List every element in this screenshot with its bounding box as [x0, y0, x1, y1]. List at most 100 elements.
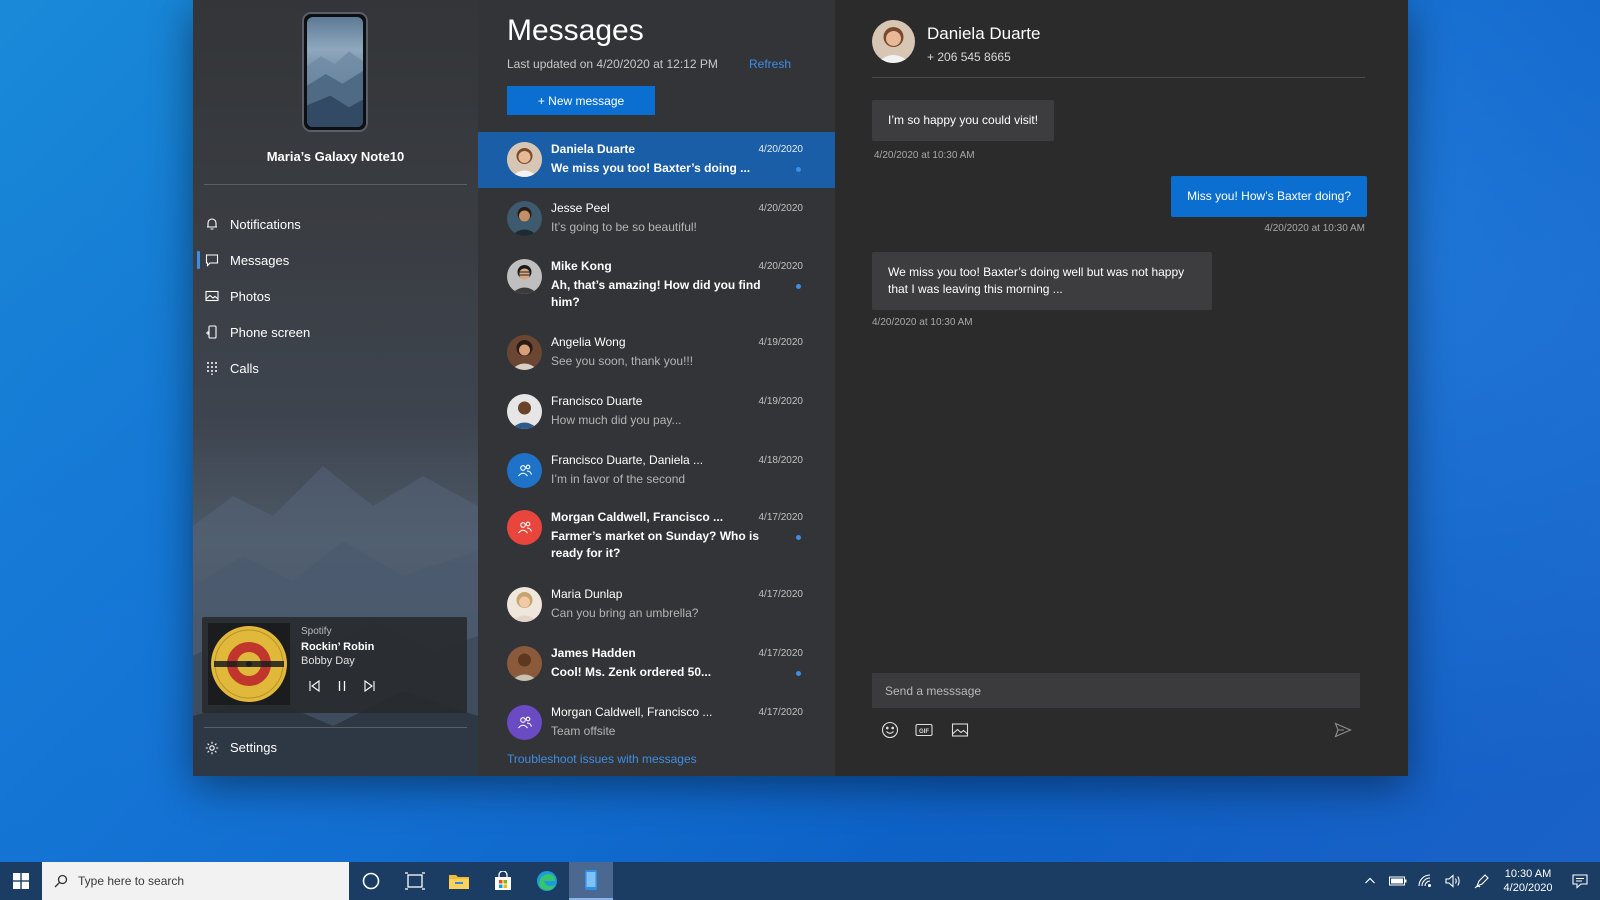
message-list-pane: Messages Last updated on 4/20/2020 at 12…	[478, 0, 835, 776]
conversation-item[interactable]: Morgan Caldwell, Francisco ... 4/17/2020…	[478, 695, 835, 749]
task-view-icon[interactable]	[393, 862, 437, 900]
search-icon	[54, 874, 68, 888]
dialpad-icon	[205, 361, 219, 375]
conversation-preview: How much did you pay...	[551, 413, 682, 427]
settings-button[interactable]: Settings	[205, 740, 277, 755]
phone-link-app-icon[interactable]	[569, 862, 613, 900]
conversation-item[interactable]: Daniela Duarte 4/20/2020 We miss you too…	[478, 132, 835, 188]
gif-icon[interactable]: GIF	[915, 721, 933, 739]
conversation-name: James Hadden	[551, 646, 636, 660]
page-title: Messages	[507, 14, 644, 47]
send-icon[interactable]	[1334, 721, 1352, 739]
message-timestamp: 4/20/2020 at 10:30 AM	[874, 150, 975, 161]
message-input[interactable]	[872, 673, 1360, 708]
battery-icon[interactable]	[1384, 862, 1412, 900]
sidebar-divider	[204, 184, 467, 185]
conversation-item[interactable]: Francisco Duarte, Daniela ... 4/18/2020 …	[478, 443, 835, 499]
edge-browser-icon[interactable]	[525, 862, 569, 900]
conversation-item[interactable]: Morgan Caldwell, Francisco ... 4/17/2020…	[478, 500, 835, 574]
group-avatar	[507, 705, 542, 740]
unread-dot	[796, 167, 801, 172]
mountain-background	[193, 466, 478, 776]
search-placeholder: Type here to search	[78, 874, 185, 888]
settings-label: Settings	[230, 740, 277, 755]
conversation-date: 4/17/2020	[758, 589, 804, 600]
group-icon	[517, 716, 532, 728]
sidebar-item-photos[interactable]: Photos	[193, 278, 478, 314]
emoji-icon[interactable]	[881, 721, 899, 739]
avatar	[507, 142, 542, 177]
album-art	[208, 623, 290, 705]
conversation-date: 4/20/2020	[758, 261, 804, 272]
header-divider	[872, 77, 1365, 78]
wallpaper-mountains	[307, 51, 363, 127]
taskbar: Type here to search 10:30 AM 4/20/2020	[0, 862, 1600, 900]
troubleshoot-link[interactable]: Troubleshoot issues with messages	[507, 752, 697, 766]
new-message-button[interactable]: + New message	[507, 86, 655, 115]
contact-phone: + 206 545 8665	[927, 50, 1011, 64]
sidebar-item-messages[interactable]: Messages	[193, 242, 478, 278]
sidebar-item-label: Notifications	[230, 216, 301, 232]
conversation-item[interactable]: Maria Dunlap 4/17/2020 Can you bring an …	[478, 577, 835, 633]
pause-icon[interactable]	[335, 679, 349, 693]
pen-icon[interactable]	[1468, 862, 1496, 900]
chevron-up-icon[interactable]	[1356, 862, 1384, 900]
phone-thumbnail	[302, 12, 368, 132]
sidebar-item-calls[interactable]: Calls	[193, 350, 478, 386]
chat-icon	[205, 253, 219, 267]
conversation-preview: Ah, that’s amazing! How did you find him…	[551, 278, 761, 309]
message-timestamp: 4/20/2020 at 10:30 AM	[872, 317, 973, 328]
file-explorer-icon[interactable]	[437, 862, 481, 900]
conversation-date: 4/17/2020	[758, 512, 804, 523]
message-bubble-received: I’m so happy you could visit!	[872, 100, 1055, 141]
conversation-preview: Can you bring an umbrella?	[551, 606, 699, 620]
action-center-icon[interactable]	[1560, 862, 1600, 900]
conversation-preview: Farmer’s market on Sunday? Who is ready …	[551, 529, 760, 560]
taskbar-search-box[interactable]: Type here to search	[42, 862, 349, 900]
conversation-item[interactable]: Francisco Duarte 4/19/2020 How much did …	[478, 384, 835, 440]
conversation-name: Jesse Peel	[551, 201, 610, 215]
sidebar-item-label: Phone screen	[230, 324, 311, 340]
sidebar: Maria’s Galaxy Note10 Notifications Mess…	[193, 0, 478, 776]
contact-avatar	[872, 20, 915, 63]
previous-track-icon[interactable]	[307, 679, 321, 693]
conversation-item[interactable]: Mike Kong 4/20/2020 Ah, that’s amazing! …	[478, 249, 835, 323]
volume-icon[interactable]	[1440, 862, 1468, 900]
phone-screen-icon	[205, 325, 219, 339]
conversation-name: Mike Kong	[551, 259, 612, 273]
group-icon	[517, 464, 532, 476]
conversation-item[interactable]: Jesse Peel 4/20/2020 It’s going to be so…	[478, 191, 835, 247]
conversation-date: 4/20/2020	[758, 144, 804, 155]
device-name: Maria’s Galaxy Note10	[266, 149, 405, 164]
conversation-date: 4/19/2020	[758, 396, 804, 407]
windows-logo-icon	[13, 873, 29, 889]
conversation-item[interactable]: James Hadden 4/17/2020 Cool! Ms. Zenk or…	[478, 636, 835, 692]
start-button[interactable]	[0, 862, 42, 900]
wifi-icon[interactable]	[1412, 862, 1440, 900]
sidebar-nav: Notifications Messages Photos Phone scre…	[193, 206, 478, 386]
image-icon	[205, 289, 219, 303]
image-attach-icon[interactable]	[951, 721, 969, 739]
cortana-icon[interactable]	[349, 862, 393, 900]
media-artist: Bobby Day	[301, 655, 355, 667]
message-bubble-sent: Miss you! How’s Baxter doing?	[1171, 176, 1367, 217]
avatar	[507, 646, 542, 681]
conversation-preview: Team offsite	[551, 724, 616, 738]
conversation-item[interactable]: Angelia Wong 4/19/2020 See you soon, tha…	[478, 325, 835, 381]
group-icon	[517, 521, 532, 533]
sidebar-item-label: Photos	[230, 288, 271, 304]
conversation-preview: It’s going to be so beautiful!	[551, 220, 697, 234]
contact-name: Daniela Duarte	[927, 24, 1041, 43]
gear-icon	[205, 741, 219, 755]
message-timestamp: 4/20/2020 at 10:30 AM	[1264, 223, 1365, 234]
media-controls	[307, 679, 377, 693]
conversation-date: 4/17/2020	[758, 707, 804, 718]
next-track-icon[interactable]	[363, 679, 377, 693]
avatar	[507, 335, 542, 370]
sidebar-item-phone-screen[interactable]: Phone screen	[193, 314, 478, 350]
refresh-link[interactable]: Refresh	[749, 57, 791, 71]
avatar	[507, 259, 542, 294]
sidebar-item-notifications[interactable]: Notifications	[193, 206, 478, 242]
taskbar-clock[interactable]: 10:30 AM 4/20/2020	[1496, 867, 1560, 895]
store-icon[interactable]	[481, 862, 525, 900]
